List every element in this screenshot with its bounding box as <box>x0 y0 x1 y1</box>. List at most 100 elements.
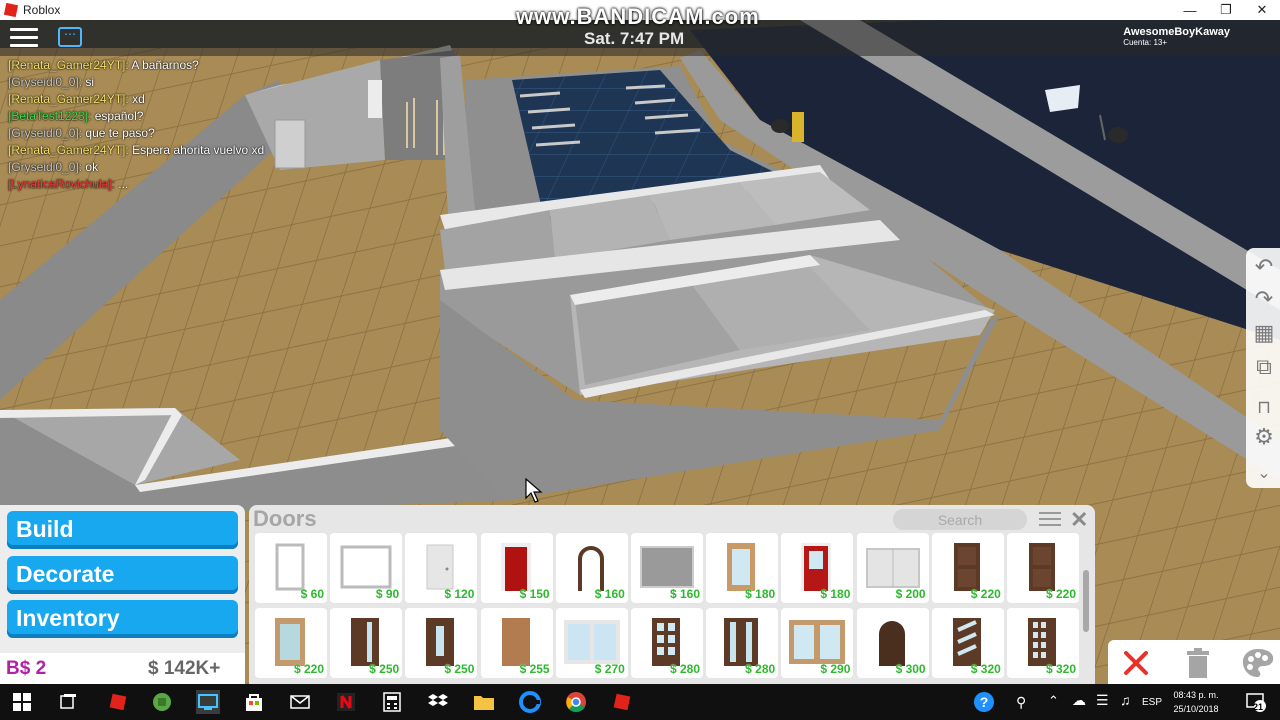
windows-taskbar <box>0 684 1280 720</box>
catalog-category-title: Doors <box>253 506 317 531</box>
item-price: $ 250 <box>369 662 400 676</box>
chat-text: ok <box>85 160 99 174</box>
grid-icon[interactable]: ▦ <box>1251 320 1277 346</box>
catalog-item-door[interactable]: $ 280 <box>706 608 779 678</box>
close-catalog-icon[interactable]: ✕ <box>1070 507 1088 533</box>
account-age: Cuenta: 13+ <box>1123 38 1168 47</box>
item-price: $ 270 <box>594 662 625 676</box>
catalog-item-door[interactable]: $ 200 <box>856 533 929 603</box>
people-icon[interactable]: ⚲ <box>1016 694 1026 711</box>
chat-icon[interactable]: ⋯ <box>58 27 82 47</box>
bandicam-app-icon[interactable] <box>196 690 220 714</box>
menu-icon[interactable] <box>10 28 38 48</box>
netflix-app-icon[interactable] <box>334 690 358 714</box>
store-app-icon[interactable] <box>242 690 266 714</box>
dropbox-app-icon[interactable] <box>426 690 450 714</box>
catalog-item-door[interactable]: $ 270 <box>555 608 628 678</box>
catalog-item-door[interactable]: $ 280 <box>631 608 703 678</box>
item-price: $ 300 <box>895 662 926 676</box>
show-hidden-icons[interactable]: ⌃ <box>1048 693 1059 709</box>
paint-palette-icon[interactable] <box>1240 645 1276 681</box>
mail-app-icon[interactable] <box>288 690 312 714</box>
catalog-item-door[interactable]: $ 150 <box>480 533 553 603</box>
file-explorer-icon[interactable] <box>472 690 496 714</box>
chat-sender[interactable]: [Renata_Gamer24YT]: <box>8 58 129 72</box>
roblox-studio-icon[interactable] <box>610 690 634 714</box>
collapse-icon[interactable]: ⌄ <box>1251 460 1277 486</box>
item-price: $ 220 <box>970 587 1001 601</box>
catalog-item-door[interactable]: $ 120 <box>405 533 478 603</box>
chat-sender[interactable]: [Renata_Gamer24YT]: <box>8 92 129 106</box>
item-price: $ 220 <box>293 662 324 676</box>
chat-log: [Renata_Gamer24YT]: A bañarnos? [Gryseid… <box>8 57 264 193</box>
catalog-item-door[interactable]: $ 320 <box>931 608 1004 678</box>
sort-icon[interactable] <box>1039 512 1061 526</box>
volume-icon[interactable]: ♫ <box>1120 692 1131 708</box>
roblox-app-icon[interactable] <box>106 690 130 714</box>
language-indicator[interactable]: ESP <box>1142 697 1162 708</box>
catalog-item-door[interactable]: $ 220 <box>931 533 1004 603</box>
windows-start-icon[interactable] <box>10 690 34 714</box>
settings-icon[interactable]: ⚙ <box>1251 424 1277 450</box>
chat-sender[interactable]: [Gryseidi0_0]: <box>8 126 82 140</box>
maximize-button[interactable]: ❐ <box>1208 0 1244 20</box>
taskbar-date: 25/10/2018 <box>1173 704 1219 714</box>
task-view-icon[interactable] <box>56 690 80 714</box>
chat-text: xd <box>132 92 145 106</box>
chrome-browser-icon[interactable] <box>564 690 588 714</box>
chat-text: Espera ahorita vuelvo xd <box>132 143 265 157</box>
help-icon[interactable]: ? <box>972 690 996 714</box>
catalog-item-door[interactable]: $ 180 <box>781 533 854 603</box>
cash-balance: $ 142K+ <box>148 658 221 679</box>
close-window-button[interactable]: ✕ <box>1244 0 1280 20</box>
build-button[interactable]: Build <box>7 511 238 549</box>
catalog-item-door[interactable]: $ 220 <box>1007 533 1079 603</box>
taskbar-clock[interactable]: 08:43 p. m. 25/10/2018 <box>1165 688 1227 716</box>
sync-icon[interactable]: ☁ <box>1072 692 1086 709</box>
chat-sender[interactable]: [Gryseidi0_0]: <box>8 160 82 174</box>
item-price: $ 290 <box>820 662 851 676</box>
window-title: Roblox <box>23 3 61 17</box>
catalog-item-door[interactable]: $ 160 <box>555 533 628 603</box>
chat-text: ... <box>118 177 129 191</box>
copy-icon[interactable]: ⧉ <box>1251 354 1277 380</box>
minecraft-app-icon[interactable] <box>150 690 174 714</box>
inventory-button[interactable]: Inventory <box>7 600 238 638</box>
catalog-search-input[interactable] <box>893 509 1027 530</box>
notification-count: 21 <box>1253 702 1264 712</box>
chat-message: [Renata_Gamer24YT]: xd <box>8 91 264 108</box>
catalog-item-door[interactable]: $ 250 <box>330 608 403 678</box>
calculator-app-icon[interactable] <box>380 690 404 714</box>
catalog-item-door[interactable]: $ 220 <box>255 608 327 678</box>
roblox-logo-icon <box>3 2 19 18</box>
catalog-scrollbar[interactable] <box>1083 570 1089 632</box>
trash-icon[interactable] <box>1180 645 1216 681</box>
measure-icon[interactable]: ⊓ <box>1251 394 1277 420</box>
decorate-button[interactable]: Decorate <box>7 556 238 594</box>
redo-icon[interactable]: ↷ <box>1251 286 1277 312</box>
network-icon[interactable]: ☰ <box>1096 692 1109 709</box>
chat-sender[interactable]: [LynaticaRovichula]: <box>8 177 115 191</box>
item-price: $ 160 <box>669 587 700 601</box>
catalog-item-door[interactable]: $ 255 <box>480 608 553 678</box>
chat-message: [Gryseidi0_0]: que te paso? <box>8 125 264 142</box>
item-price: $ 280 <box>745 662 776 676</box>
catalog-item-door[interactable]: $ 300 <box>856 608 929 678</box>
cancel-icon[interactable] <box>1118 645 1154 681</box>
chat-sender[interactable]: [Gryseidi0_0]: <box>8 75 82 89</box>
blockbux-balance: B$ 2 <box>6 658 47 679</box>
catalog-item-door[interactable]: $ 60 <box>255 533 327 603</box>
catalog-item-door[interactable]: $ 160 <box>631 533 703 603</box>
item-price: $ 250 <box>444 662 475 676</box>
minimize-button[interactable]: — <box>1172 0 1208 20</box>
catalog-item-door[interactable]: $ 320 <box>1007 608 1079 678</box>
catalog-item-door[interactable]: $ 250 <box>405 608 478 678</box>
catalog-item-door[interactable]: $ 90 <box>330 533 403 603</box>
item-price: $ 320 <box>1045 662 1076 676</box>
catalog-item-door[interactable]: $ 180 <box>706 533 779 603</box>
chat-sender[interactable]: [BetaTest1223]: <box>8 109 91 123</box>
chat-sender[interactable]: [Renata_Gamer24YT]: <box>8 143 129 157</box>
catalog-item-door[interactable]: $ 290 <box>781 608 854 678</box>
edge-browser-icon[interactable] <box>518 690 542 714</box>
undo-icon[interactable]: ↶ <box>1251 254 1277 280</box>
